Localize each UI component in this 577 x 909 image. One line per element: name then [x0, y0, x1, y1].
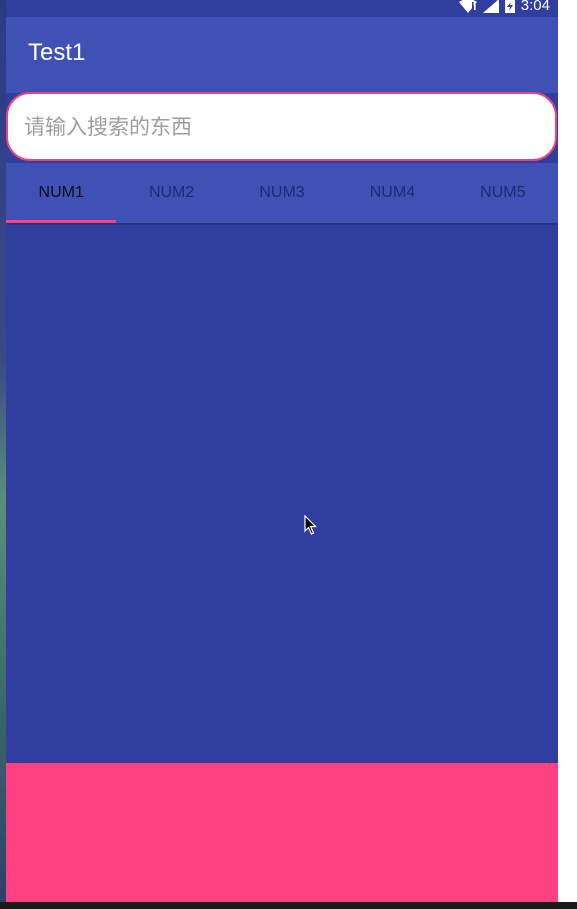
tab-num2[interactable]: NUM2: [116, 163, 226, 223]
mouse-cursor-icon: [304, 514, 317, 539]
tab-selected-indicator: [6, 220, 116, 223]
tab-label: NUM2: [148, 184, 195, 201]
background-window-edge: [558, 0, 577, 909]
phone-screen: 3:04 Test1 NUM1 NUM2 NUM3 NUM4 NUM5: [6, 0, 558, 902]
signal-icon: [482, 0, 499, 13]
tab-label: NUM5: [480, 184, 526, 201]
wifi-icon: [458, 0, 477, 13]
search-input[interactable]: [24, 94, 544, 159]
tab-num5[interactable]: NUM5: [448, 163, 558, 223]
tab-label: NUM1: [38, 184, 84, 201]
tab-num3[interactable]: NUM3: [227, 163, 337, 223]
tab-num1[interactable]: NUM1: [6, 163, 116, 223]
tab-label: NUM3: [259, 184, 305, 201]
bottom-panel[interactable]: [6, 763, 558, 902]
tab-bar: NUM1 NUM2 NUM3 NUM4 NUM5: [6, 163, 558, 223]
app-bar: Test1: [6, 17, 558, 93]
status-bar: 3:04: [6, 0, 558, 17]
tab-content-area[interactable]: [6, 225, 558, 763]
tab-label: NUM4: [369, 184, 416, 201]
search-box: [6, 92, 557, 161]
desktop-frame: 3:04 Test1 NUM1 NUM2 NUM3 NUM4 NUM5: [0, 0, 577, 909]
window-bottom-border: [0, 902, 577, 909]
battery-charging-icon: [504, 0, 515, 13]
status-time: 3:04: [520, 0, 550, 14]
tab-num4[interactable]: NUM4: [337, 163, 447, 223]
app-title: Test1: [28, 39, 86, 66]
